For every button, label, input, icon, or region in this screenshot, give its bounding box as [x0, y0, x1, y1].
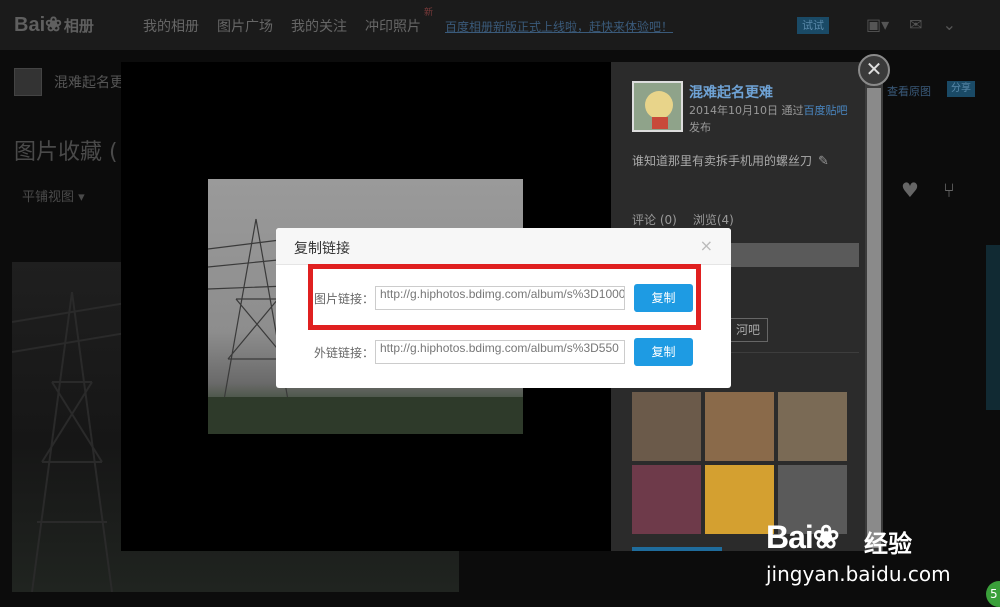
nav-my-albums[interactable]: 我的相册: [143, 16, 199, 36]
stats-row: 评论 (0) 浏览(4): [632, 211, 734, 228]
dialog-title: 复制链接: [294, 241, 350, 257]
external-link-row: 外链链接： http://g.hiphotos.bdimg.com/album/…: [276, 338, 731, 366]
page-title: 图片收藏 (: [14, 140, 118, 165]
paw-icon: ❀: [812, 519, 840, 555]
watermark-logo: Bai❀: [766, 518, 840, 556]
post-date: 2014年10月10日 通过: [689, 104, 804, 117]
related-thumb[interactable]: [705, 392, 774, 461]
top-navigation-bar: Bai❀ 相册 我的相册 图片广场 我的关注 冲印照片新 百度相册新版正式上线啦，…: [0, 0, 1000, 50]
user-avatar[interactable]: [14, 68, 42, 96]
logo-suffix: 相册: [63, 18, 94, 35]
watermark-url: jingyan.baidu.com: [766, 562, 951, 586]
related-thumb[interactable]: [705, 465, 774, 534]
promo-button[interactable]: 试试: [797, 17, 829, 34]
related-thumb[interactable]: [632, 392, 701, 461]
main-nav: 我的相册 图片广场 我的关注 冲印照片新: [143, 8, 433, 36]
view-toggle[interactable]: 平铺视图 ▾: [22, 186, 85, 205]
external-link-label: 外链链接：: [314, 346, 375, 360]
nav-photo-square[interactable]: 图片广场: [217, 16, 273, 36]
share-icon[interactable]: ⑂: [943, 178, 955, 202]
promo-link[interactable]: 百度相册新版正式上线啦，赶快来体验吧！: [445, 18, 673, 35]
panel-scrollbar[interactable]: [865, 62, 883, 551]
watermark-brand: Bai: [766, 519, 814, 555]
mail-icon[interactable]: ✉: [909, 15, 922, 34]
views-count: 浏览(4): [692, 213, 734, 227]
annotation-highlight-box: [308, 264, 701, 330]
paw-icon: ❀: [45, 14, 62, 36]
panel-bottom-button[interactable]: [632, 547, 722, 551]
watermark-brand-tail: 经验: [864, 530, 912, 558]
author-avatar[interactable]: [632, 81, 683, 132]
tieba-button[interactable]: 河吧: [728, 318, 768, 342]
view-original-link[interactable]: 查看原图: [887, 83, 931, 99]
baidu-album-logo[interactable]: Bai❀ 相册: [14, 12, 94, 37]
corner-badge[interactable]: 5: [986, 581, 1000, 607]
heart-icon[interactable]: ♥: [901, 178, 919, 202]
chevron-down-icon[interactable]: ⌄: [943, 15, 956, 34]
cartoon-avatar-image: [634, 83, 681, 130]
description-text: 谁知道那里有卖拆手机用的螺丝刀: [632, 154, 813, 168]
baidu-jingyan-watermark: Bai❀ 经验 jingyan.baidu.com: [766, 500, 951, 590]
photo-description: 谁知道那里有卖拆手机用的螺丝刀 ✎: [632, 152, 829, 169]
external-link-field[interactable]: http://g.hiphotos.bdimg.com/album/s%3D55…: [375, 340, 625, 364]
nav-my-follows[interactable]: 我的关注: [291, 16, 347, 36]
nav-print-label: 冲印照片: [365, 19, 421, 35]
top-icons: ▣▾ ✉ ⌄: [866, 15, 956, 34]
pencil-icon[interactable]: ✎: [818, 154, 829, 169]
post-meta: 2014年10月10日 通过百度贴吧发布: [689, 102, 849, 136]
dialog-close-icon[interactable]: ×: [700, 236, 713, 255]
scrollbar-thumb[interactable]: [867, 88, 881, 548]
user-avatar-icon[interactable]: ▣▾: [866, 15, 889, 34]
share-button[interactable]: 分享: [947, 81, 975, 97]
comments-tab[interactable]: 评论 (0): [632, 211, 677, 228]
related-thumb[interactable]: [632, 465, 701, 534]
post-source-link[interactable]: 百度贴吧: [804, 104, 848, 117]
post-verb: 发布: [689, 121, 711, 134]
user-row: 混难起名更难: [14, 68, 138, 96]
close-icon: ✕: [865, 57, 883, 81]
new-badge: 新: [423, 8, 433, 18]
logo-text: Bai: [14, 14, 46, 36]
related-thumb[interactable]: [778, 392, 847, 461]
background-actions: ♥ ⑂: [901, 178, 955, 202]
side-feedback-strip[interactable]: [986, 245, 1000, 410]
dialog-header: 复制链接 ×: [276, 228, 731, 265]
copy-external-link-button[interactable]: 复制: [634, 338, 693, 366]
nav-print-photos[interactable]: 冲印照片新: [365, 8, 433, 36]
author-name[interactable]: 混难起名更难: [689, 82, 773, 102]
viewer-close-button[interactable]: ✕: [858, 54, 890, 86]
